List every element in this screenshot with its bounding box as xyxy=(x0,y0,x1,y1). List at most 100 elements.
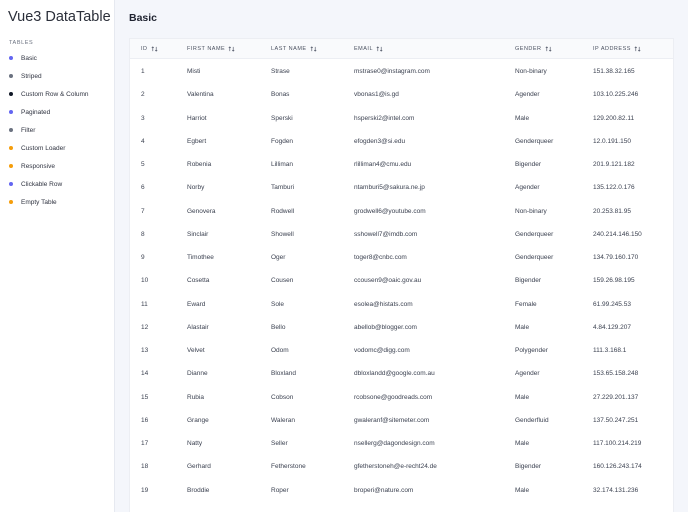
cell-email: broperi@nature.com xyxy=(354,486,414,494)
cell-gender: Agender xyxy=(515,370,540,378)
sort-icon[interactable] xyxy=(634,46,641,52)
table-row: 4 Egbert Fogden efogden3@si.edu Genderqueer 1… xyxy=(130,130,673,153)
cell-last-name: Tamburi xyxy=(271,184,295,192)
cell-first-name: Gerhard xyxy=(187,463,211,471)
table-row: 17 Natty Seller nsellerg@dagondesign.com Mal… xyxy=(130,432,673,455)
table-row: 13 Velvet Odom vodomc@digg.com Polygender 111… xyxy=(130,339,673,362)
cell-last-name: Sperski xyxy=(271,114,293,122)
cell-ip-address: 117.100.214.219 xyxy=(593,440,642,447)
bullet-dot-icon xyxy=(9,200,13,204)
cell-gender: Male xyxy=(515,440,530,447)
cell-id: 17 xyxy=(141,440,149,447)
sort-icon[interactable] xyxy=(151,46,158,52)
sidebar-item-empty-table[interactable]: Empty Table xyxy=(0,193,115,211)
cell-ip-address: 201.9.121.182 xyxy=(593,161,635,168)
cell-first-name: Robenia xyxy=(187,161,212,168)
bullet-dot-icon xyxy=(9,182,13,186)
cell-first-name: Dianne xyxy=(187,370,208,378)
cell-ip-address: 20.253.81.95 xyxy=(593,207,631,215)
sidebar-item-paginated[interactable]: Paginated xyxy=(0,103,115,121)
cell-id: 11 xyxy=(141,300,148,308)
table-row: 15 Rubia Cobson rcobsone@goodreads.com Male 2… xyxy=(130,386,673,409)
cell-id: 6 xyxy=(141,184,145,192)
cell-last-name: Oger xyxy=(271,254,286,261)
cell-last-name: Rodwell xyxy=(271,207,295,215)
app-title: Vue3 DataTable xyxy=(8,9,111,25)
column-header-label: GENDER xyxy=(515,46,542,52)
sort-icon[interactable] xyxy=(310,46,317,52)
cell-ip-address: 153.65.158.248 xyxy=(593,370,639,378)
cell-first-name: Broddie xyxy=(187,486,210,494)
cell-id: 3 xyxy=(141,114,145,122)
column-header-label: EMAIL xyxy=(354,46,374,52)
sidebar-item-label: Filter xyxy=(21,126,36,134)
sort-icon[interactable] xyxy=(228,46,235,52)
column-header-id[interactable]: ID xyxy=(141,46,158,52)
sidebar-nav: Basic Striped Custom Row & Column Paginated… xyxy=(0,49,115,211)
cell-email: grodwell6@youtube.com xyxy=(354,207,426,215)
column-header-email[interactable]: EMAIL xyxy=(354,46,383,52)
cell-email: efogden3@si.edu xyxy=(354,137,406,145)
cell-first-name: Harriot xyxy=(187,114,207,122)
sidebar-item-filter[interactable]: Filter xyxy=(0,121,115,139)
data-table: ID FIRST NAME LAST NAME EMAIL GENDER IP ADDRE… xyxy=(129,38,674,512)
cell-email: vodomc@digg.com xyxy=(354,347,410,354)
table-row: 6 Norby Tamburi ntamburi5@sakura.ne.jp Agend… xyxy=(130,176,673,199)
cell-ip-address: 103.10.225.246 xyxy=(593,91,639,99)
cell-ip-address: 159.26.98.195 xyxy=(593,277,635,285)
column-header-gender[interactable]: GENDER xyxy=(515,46,552,52)
cell-first-name: Alastair xyxy=(187,323,209,331)
cell-ip-address: 134.79.160.170 xyxy=(593,254,639,261)
sidebar-item-label: Striped xyxy=(21,72,42,80)
sidebar-item-custom-row-and-column[interactable]: Custom Row & Column xyxy=(0,85,115,103)
table-row: 7 Genovera Rodwell grodwell6@youtube.com Non… xyxy=(130,200,673,223)
cell-gender: Genderfluid xyxy=(515,416,549,424)
table-row: 10 Cosetta Cousen ccousen9@oaic.gov.au Bigen… xyxy=(130,269,673,292)
bullet-dot-icon xyxy=(9,110,13,114)
cell-ip-address: 137.50.247.251 xyxy=(593,416,639,424)
cell-gender: Genderqueer xyxy=(515,230,554,238)
cell-gender: Bigender xyxy=(515,277,542,285)
cell-last-name: Bonas xyxy=(271,91,290,99)
cell-ip-address: 129.200.82.11 xyxy=(593,114,635,122)
cell-first-name: Misti xyxy=(187,68,201,75)
column-header-ip-address[interactable]: IP ADDRESS xyxy=(593,46,641,52)
sidebar-item-clickable-row[interactable]: Clickable Row xyxy=(0,175,115,193)
cell-id: 9 xyxy=(141,254,145,261)
cell-gender: Male xyxy=(515,393,530,401)
sort-icon[interactable] xyxy=(376,46,383,52)
sidebar-item-custom-loader[interactable]: Custom Loader xyxy=(0,139,115,157)
table-row: 14 Dianne Bloxland dbloxlandd@google.com.au… xyxy=(130,362,673,385)
sidebar-item-responsive[interactable]: Responsive xyxy=(0,157,115,175)
cell-first-name: Egbert xyxy=(187,137,207,145)
cell-first-name: Cosetta xyxy=(187,277,210,285)
cell-email: gwaleranf@sitemeter.com xyxy=(354,416,430,424)
cell-last-name: Sole xyxy=(271,300,285,308)
cell-id: 15 xyxy=(141,393,149,401)
cell-last-name: Bello xyxy=(271,323,286,331)
column-header-first-name[interactable]: FIRST NAME xyxy=(187,46,235,52)
cell-id: 7 xyxy=(141,207,145,215)
sidebar-item-label: Custom Loader xyxy=(21,144,66,152)
cell-ip-address: 27.229.201.137 xyxy=(593,393,639,401)
cell-gender: Genderqueer xyxy=(515,137,554,145)
bullet-dot-icon xyxy=(9,146,13,150)
cell-ip-address: 111.3.168.1 xyxy=(593,347,627,354)
sidebar-item-label: Empty Table xyxy=(21,198,57,206)
cell-email: toger8@cnbc.com xyxy=(354,254,407,261)
sidebar-item-striped[interactable]: Striped xyxy=(0,67,115,85)
sidebar-item-basic[interactable]: Basic xyxy=(0,49,115,67)
sidebar-item-label: Clickable Row xyxy=(21,180,63,188)
sort-icon[interactable] xyxy=(545,46,552,52)
column-header-last-name[interactable]: LAST NAME xyxy=(271,46,317,52)
cell-email: rcobsone@goodreads.com xyxy=(354,393,433,401)
cell-email: ntamburi5@sakura.ne.jp xyxy=(354,184,425,192)
cell-last-name: Showell xyxy=(271,230,294,238)
sidebar: Vue3 DataTable TABLES Basic Striped Custom… xyxy=(0,0,115,512)
cell-gender: Polygender xyxy=(515,347,548,354)
cell-first-name: Sinclair xyxy=(187,230,209,238)
sidebar-item-label: Basic xyxy=(21,54,37,62)
page-title: Basic xyxy=(129,12,158,24)
cell-email: vbonas1@is.gd xyxy=(354,91,399,99)
cell-gender: Agender xyxy=(515,184,540,192)
